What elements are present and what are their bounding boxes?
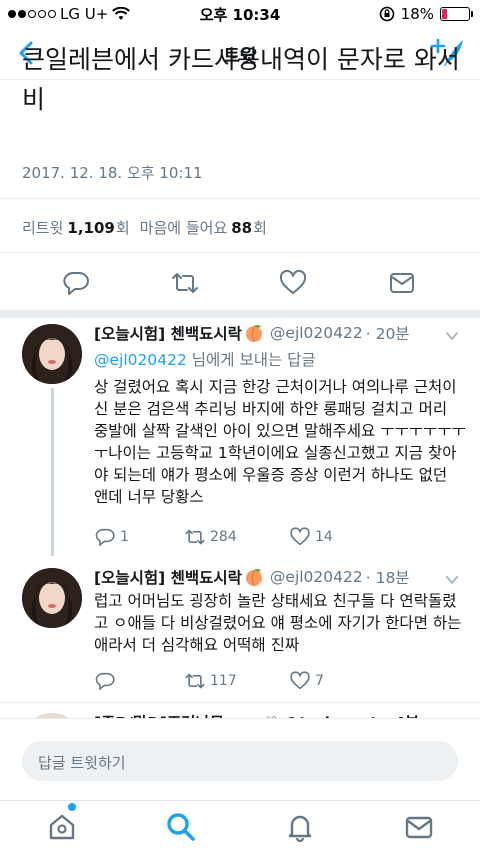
dm-icon[interactable] [387,268,417,298]
reply-header: [오늘시험] 첸백됴시락 @ejl020422 · 20분 [94,322,410,344]
reply-tweet[interactable]: [오늘시험] 첸백됴시락 @ejl020422 · 20분 @ejl020422… [0,318,480,558]
retweet-count: 117 [210,673,237,689]
tab-home[interactable] [42,803,82,847]
reply-icon [95,528,115,546]
retweet-count: 284 [210,529,237,545]
battery-icon [440,7,473,21]
tweet-text-line: 비 [22,85,46,114]
reply-composer-bar: 답글 트윗하기 [0,718,480,800]
chevron-down-icon[interactable] [444,328,460,344]
tweet-text: 큰일레븐에서 카드사용내역이 문자로 와서 비 [22,45,462,120]
reply-actions: 117 7 [94,668,454,694]
tweet-timestamp: 2017. 12. 18. 오후 10:11 [22,164,203,182]
thread-line [51,388,54,556]
like-count: 14 [315,529,333,545]
reply-icon [95,672,115,690]
reply-text: 상 걸렸어요 혹시 지금 한강 근처이거나 여의나루 근처이신 분은 검은색 추… [94,378,466,506]
like-icon [290,671,310,690]
user-handle[interactable]: @ejl020422 [270,324,363,342]
replying-to: @ejl020422 님에게 보내는 답글 [94,348,316,370]
reply-to-suffix: 님에게 보내는 답글 [186,351,316,369]
reply-time: · 18분 [365,569,410,587]
like-stat-count[interactable]: 88 [231,219,252,237]
like-stat-label: 마음에 들어요 [139,219,228,237]
status-right: 18% [379,5,473,23]
retweet-stat-unit: 회 [115,219,130,237]
display-name[interactable]: [오늘시험] 첸백됴시락 [94,566,242,588]
tweet-stats: 리트윗 1,109 회 마음에 들어요 88 회 [22,217,267,238]
tweet-actions [0,262,480,306]
retweet-icon [185,529,205,545]
like-count: 7 [315,673,324,689]
divider [0,252,480,253]
reply-button[interactable] [94,670,184,692]
retweet-stat-label: 리트윗 [22,219,64,237]
reply-tweet[interactable]: [오늘시험] 첸백됴시락 @ejl020422 · 18분 럽고 어머님도 굉장… [0,560,480,702]
retweet-icon [185,673,205,689]
user-handle[interactable]: @ejl020422 [270,568,363,586]
reply-count: 1 [120,529,129,545]
messages-icon [405,816,433,839]
retweet-button[interactable]: 117 [184,670,289,692]
like-stat-unit: 회 [253,219,267,237]
status-bar: LG U+ 오후 10:34 18% [0,0,480,28]
reply-time: · 20분 [365,325,410,343]
chevron-down-icon[interactable] [444,572,460,588]
peach-emoji-icon [245,568,262,587]
tweet-text-line: 큰일레븐에서 카드사용내역이 문자로 와서 [22,45,460,74]
battery-percent: 18% [400,5,434,23]
divider [0,702,480,703]
reply-icon[interactable] [61,268,91,298]
divider [0,198,480,199]
reply-actions: 1 284 14 [94,524,454,550]
rotation-lock-icon [379,6,394,22]
like-button[interactable]: 7 [289,670,379,692]
home-icon [49,814,75,840]
retweet-stat-count[interactable]: 1,109 [67,219,114,237]
tab-search[interactable] [161,807,201,847]
reply-text: 럽고 어머님도 굉장히 놀란 상태세요 친구들 다 연락돌렸고 ㅇ애들 다 비상… [94,592,462,654]
reply-input[interactable]: 답글 트윗하기 [22,741,458,781]
section-separator [0,310,480,318]
partial-reply[interactable]: [주B/말D]조려나무~ㅅ~♡ @trainnert · 4분 [0,705,480,719]
like-icon [290,527,310,546]
reply-button[interactable]: 1 [94,526,184,548]
reply-to-handle[interactable]: @ejl020422 [94,351,187,369]
notifications-icon [288,815,312,843]
retweet-button[interactable]: 284 [184,526,289,548]
like-button[interactable]: 14 [289,526,379,548]
search-icon [167,813,195,841]
tab-notifications[interactable] [280,807,320,847]
peach-emoji-icon [245,324,262,343]
tab-bar [0,800,480,854]
display-name[interactable]: [오늘시험] 첸백됴시락 [94,322,242,344]
avatar[interactable] [22,568,82,628]
reply-header: [오늘시험] 첸백됴시락 @ejl020422 · 18분 [94,566,410,588]
tab-messages[interactable] [399,807,439,847]
like-icon[interactable] [278,268,308,298]
avatar[interactable] [22,324,82,384]
notification-dot [68,803,76,811]
retweet-icon[interactable] [170,268,200,298]
